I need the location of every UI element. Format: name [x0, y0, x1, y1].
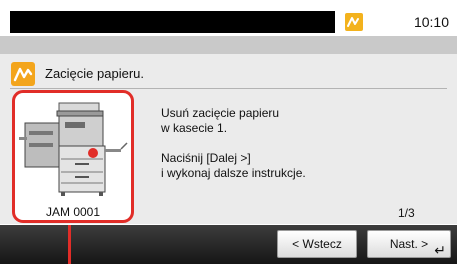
instruction-line: w kasecie 1.	[161, 121, 228, 135]
instruction-line: Naciśnij [Dalej >]	[161, 151, 251, 165]
enter-icon: ↵	[434, 242, 446, 258]
next-button[interactable]: Nast. > ↵	[367, 230, 451, 258]
paper-jam-icon	[11, 62, 35, 86]
instruction-line: i wykonaj dalsze instrukcje.	[161, 166, 306, 180]
back-button[interactable]: < Wstecz	[277, 230, 357, 258]
instruction-line: Usuń zacięcie papieru	[161, 106, 280, 120]
back-button-label: < Wstecz	[292, 237, 342, 251]
page-counter: 1/3	[398, 206, 415, 220]
status-message-area	[10, 11, 335, 33]
message-title: Zacięcie papieru.	[45, 66, 144, 81]
divider	[10, 88, 447, 89]
header-band	[0, 36, 457, 54]
paper-jam-alert-icon	[345, 13, 363, 31]
instruction-remove-jam: Usuń zacięcie papieru w kasecie 1.	[161, 106, 279, 136]
next-button-label: Nast. >	[389, 237, 429, 251]
jam-code-label: JAM 0001	[45, 205, 101, 219]
printer-illustration	[19, 102, 128, 196]
instruction-press-next: Naciśnij [Dalej >] i wykonaj dalsze inst…	[161, 151, 306, 181]
jam-location-indicator	[68, 225, 71, 264]
device-illustration-frame	[12, 90, 134, 223]
clock-time: 10:10	[413, 14, 449, 30]
